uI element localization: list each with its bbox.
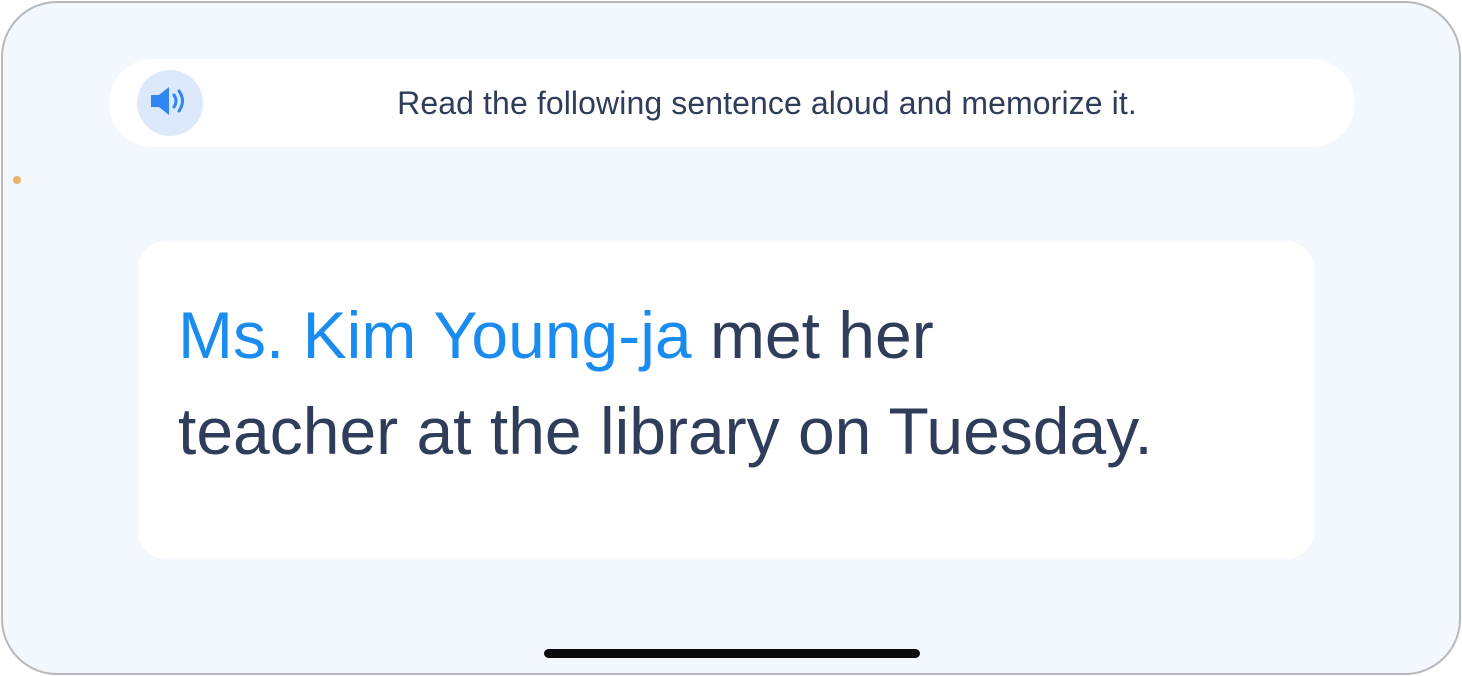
highlighted-name: Ms. Kim Young-ja (178, 298, 692, 372)
sentence-card: Ms. Kim Young-ja met her teacher at the l… (138, 241, 1314, 559)
instruction-bar: Read the following sentence aloud and me… (109, 59, 1355, 147)
instruction-text: Read the following sentence aloud and me… (397, 85, 1137, 121)
play-audio-button[interactable] (137, 70, 203, 136)
sentence-rest-line2: teacher at the library on Tuesday. (178, 394, 1153, 468)
sentence-rest-line1: met her (691, 298, 934, 372)
camera-indicator-dot (13, 176, 21, 184)
device-frame: Read the following sentence aloud and me… (1, 1, 1461, 675)
home-indicator[interactable] (544, 649, 920, 658)
speaker-volume-icon (148, 83, 192, 124)
sentence-text: Ms. Kim Young-ja met her teacher at the l… (178, 287, 1288, 479)
